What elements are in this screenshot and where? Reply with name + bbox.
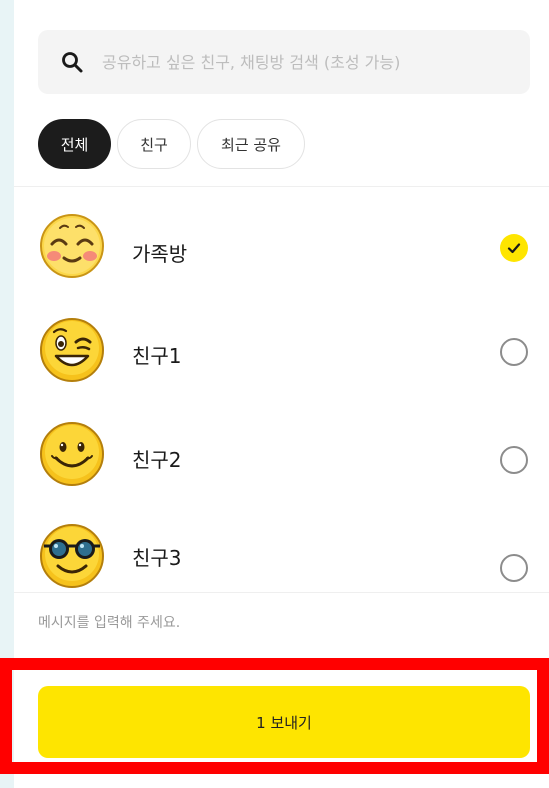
list-item-label: 친구1 [132, 344, 182, 368]
tab-all[interactable]: 전체 [38, 119, 111, 169]
search-input[interactable] [100, 51, 504, 73]
send-button[interactable]: 1 보내기 [38, 686, 530, 758]
share-target-list[interactable]: 가족방 친구1 친구2 친구3 [14, 190, 549, 592]
search-icon [62, 52, 83, 73]
unselected-radio-icon[interactable] [500, 338, 528, 366]
divider [14, 186, 549, 187]
unselected-radio-icon[interactable] [500, 446, 528, 474]
smiling-emoji [40, 422, 104, 486]
divider [14, 592, 549, 593]
tab-friends[interactable]: 친구 [117, 119, 191, 169]
list-item[interactable]: 친구2 [14, 404, 549, 508]
list-item-label: 친구2 [132, 448, 182, 472]
list-item[interactable]: 가족방 [14, 194, 549, 298]
sunglasses-emoji [40, 524, 104, 588]
message-input[interactable] [38, 615, 518, 631]
list-item-label: 가족방 [132, 242, 188, 266]
list-item[interactable]: 친구3 [14, 508, 549, 592]
blushing-smile-emoji [40, 214, 104, 278]
selected-check-icon[interactable] [500, 234, 528, 262]
winking-grin-emoji [40, 318, 104, 382]
filter-tabs: 전체 친구 최근 공유 [38, 119, 305, 173]
list-item-label: 친구3 [132, 546, 182, 570]
unselected-radio-icon[interactable] [500, 554, 528, 582]
tab-recent-shares[interactable]: 최근 공유 [197, 119, 305, 169]
search-bar[interactable] [38, 30, 530, 94]
list-item[interactable]: 친구1 [14, 300, 549, 404]
